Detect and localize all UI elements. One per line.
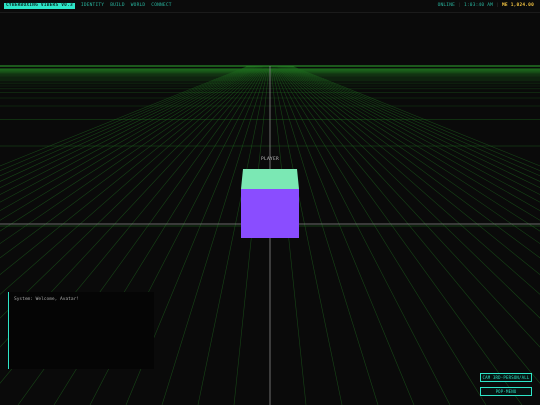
player-cube-top [241,169,299,189]
nav-connect[interactable]: CONNECT [151,3,171,9]
grid-line-radial [279,65,540,295]
grid-line-radial [289,65,540,177]
app-brand[interactable]: CYBERBOXING VIBERS V0.3 [4,3,75,9]
status-area: ONLINE | 1:03:40 AM | ME 1,024.00 [438,3,534,9]
pop-menu-button[interactable]: POP-MENU [480,387,532,396]
grid-line-radial [278,65,540,319]
game-viewport[interactable]: CYBERBOXING VIBERS V0.3 IDENTITY BUILD W… [0,0,540,405]
status-separator: | [496,3,499,8]
nav-world[interactable]: WORLD [131,3,146,9]
grid-line-radial [285,65,540,212]
camera-mode-button[interactable]: CAM 3RD-PERSON/ALL [480,373,532,382]
nav-identity[interactable]: IDENTITY [81,3,104,9]
grid-line-radial [281,65,540,259]
nav-build[interactable]: BUILD [110,3,125,9]
chat-panel[interactable]: System: Welcome, Avatar! [8,292,154,369]
status-separator: | [458,3,461,8]
connection-status: ONLINE [437,3,456,8]
top-bar: CYBERBOXING VIBERS V0.3 IDENTITY BUILD W… [0,0,540,13]
grid-line-radial [288,65,540,182]
grid-line-radial [291,65,540,167]
grid-line-radial [286,65,540,195]
grid-line-radial [290,65,540,172]
main-nav: CYBERBOXING VIBERS V0.3 IDENTITY BUILD W… [4,3,172,9]
chat-message: System: Welcome, Avatar! [14,297,80,302]
player-cube-front [241,189,299,238]
grid-line-radial [286,65,540,203]
grid-line-radial [277,65,540,348]
clock-time: 1:03:40 AM [463,3,494,8]
currency-balance: ME 1,024.00 [501,3,534,8]
player-name-label: PLAYER [260,157,280,162]
player-cube[interactable] [241,169,299,238]
grid-line-radial [276,65,540,384]
